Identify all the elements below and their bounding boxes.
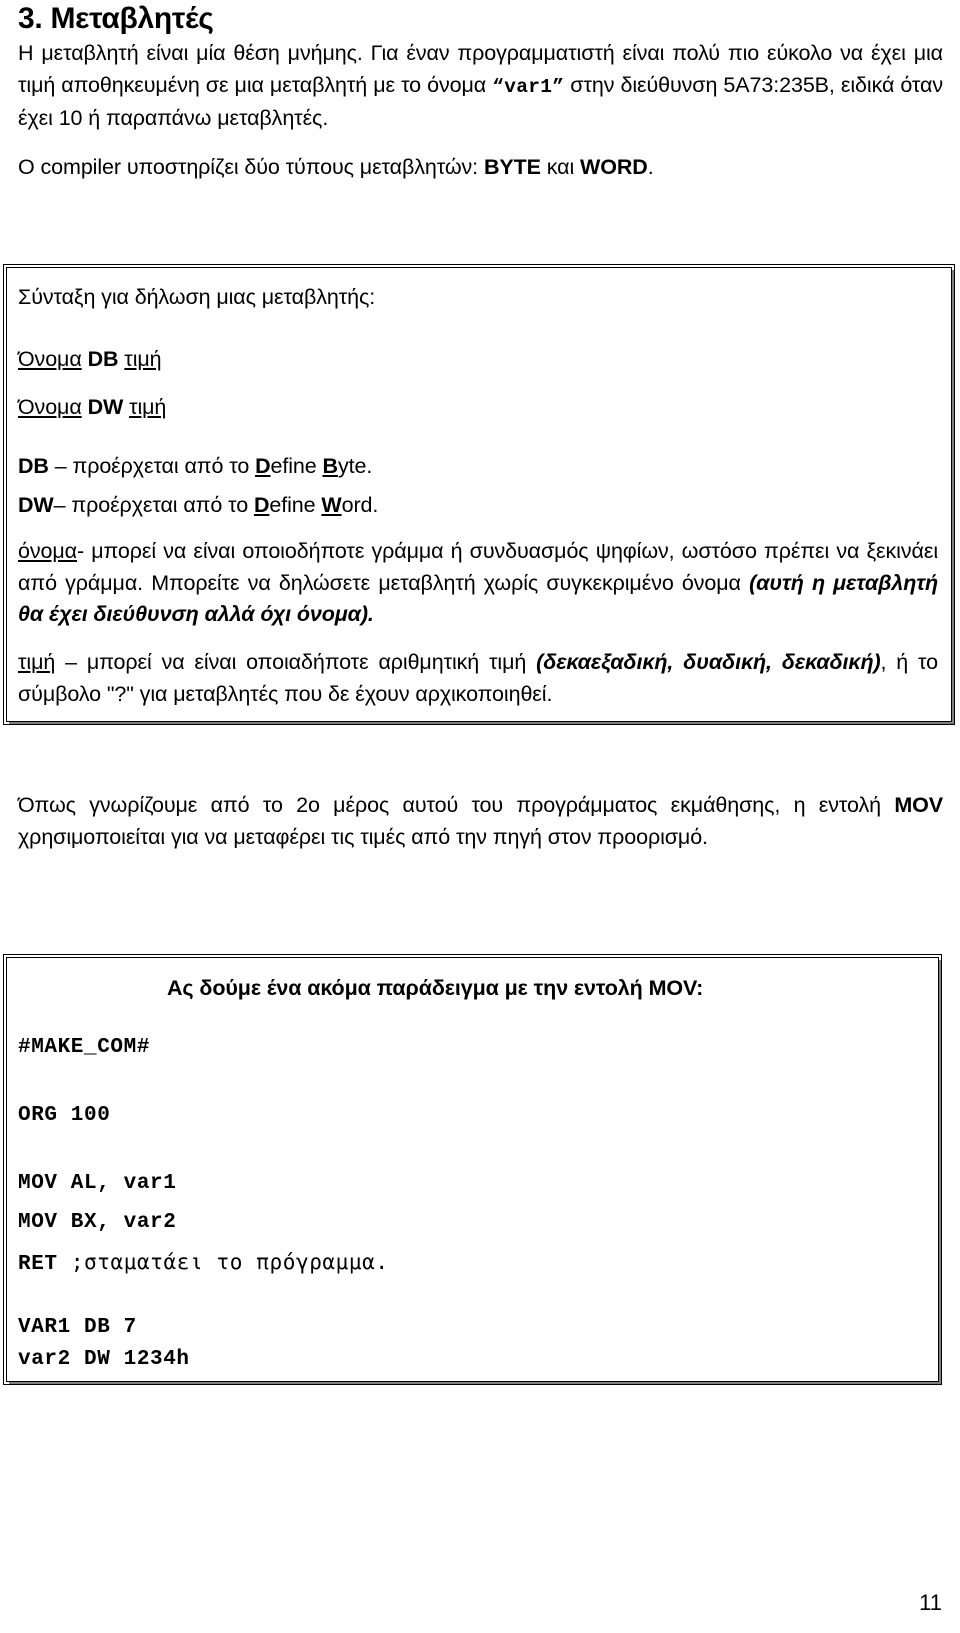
db-keyword: DB bbox=[18, 454, 49, 478]
onoma-definition-paragraph: όνομα- μπορεί να είναι οποιοδήποτε γράμμ… bbox=[18, 536, 938, 631]
mov-explanation-paragraph: Όπως γνωρίζουμε από το 2ο μέρος αυτού το… bbox=[18, 790, 943, 853]
variable-name-var1: “var1” bbox=[492, 75, 565, 98]
code-line-org: ORG 100 bbox=[18, 1104, 111, 1127]
syntax-definition-box: Σύνταξη για δήλωση μιας μεταβλητής: Όνομ… bbox=[3, 264, 955, 725]
compiler-types-line: Ο compiler υποστηρίζει δύο τύπους μεταβλ… bbox=[18, 152, 943, 184]
page-number: 11 bbox=[919, 1590, 942, 1615]
document-page: 3. Μεταβλητές Η μεταβλητή είναι μία θέση… bbox=[0, 0, 960, 1633]
dw-definition-text: – προέρχεται από το bbox=[53, 493, 254, 517]
mov-keyword: MOV bbox=[894, 793, 943, 817]
db-define-d: D bbox=[255, 454, 271, 478]
db-define-rest: efine bbox=[270, 454, 323, 478]
type-byte: BYTE bbox=[483, 155, 541, 179]
code-line-mov-al: MOV AL, var1 bbox=[18, 1172, 177, 1195]
syntax-dw-value: τιμή bbox=[129, 395, 167, 419]
syntax-db-name: Όνομα bbox=[18, 347, 82, 371]
code-line-ret: RET ;σταματάει το πρόγραμμα. bbox=[18, 1249, 389, 1278]
mov-text-part1: Όπως γνωρίζουμε από το 2ο μέρος αυτού το… bbox=[18, 793, 895, 817]
db-byte-rest: yte. bbox=[337, 454, 373, 478]
syntax-db-keyword: DB bbox=[87, 347, 119, 371]
timi-note-italic: (δεκαεξαδική, δυαδική, δεκαδική) bbox=[536, 650, 881, 674]
db-definition-text: – προέρχεται από το bbox=[48, 454, 256, 478]
syntax-dw-name: Όνομα bbox=[18, 395, 82, 419]
code-ret-comment: ;σταματάει το πρόγραμμα. bbox=[70, 1250, 389, 1274]
code-example-title: Ας δούμε ένα ακόμα παράδειγμα με την εντ… bbox=[167, 976, 704, 1000]
dw-word-rest: ord. bbox=[341, 493, 379, 517]
dw-definition-line: DW– προέρχεται από το Define Word. bbox=[18, 490, 378, 522]
mov-text-part2: χρησιμοποιείται για να μεταφέρει τις τιμ… bbox=[18, 824, 708, 849]
intro-paragraph: Η μεταβλητή είναι μία θέση μνήμης. Για έ… bbox=[18, 38, 943, 135]
compiler-line-suffix: . bbox=[647, 155, 654, 179]
syntax-intro-line: Σύνταξη για δήλωση μιας μεταβλητής: bbox=[18, 285, 376, 309]
type-word: WORD bbox=[580, 155, 648, 179]
code-line-var2-dw: var2 DW 1234h bbox=[18, 1348, 190, 1371]
syntax-db-line: Όνομα DB τιμή bbox=[18, 344, 162, 376]
dw-define-rest: efine bbox=[269, 493, 322, 517]
timi-term: τιμή bbox=[18, 650, 56, 674]
code-example-box: Ας δούμε ένα ακόμα παράδειγμα με την εντ… bbox=[3, 954, 942, 1385]
timi-description-1: – μπορεί να είναι οποιαδήποτε αριθμητική… bbox=[55, 650, 537, 674]
code-line-mov-bx: MOV BX, var2 bbox=[18, 1211, 177, 1234]
compiler-line-conjunction: και bbox=[540, 155, 581, 179]
syntax-dw-line: Όνομα DW τιμή bbox=[18, 392, 166, 424]
compiler-line-prefix: Ο compiler υποστηρίζει δύο τύπους μεταβλ… bbox=[18, 155, 484, 179]
code-line-make-com: #MAKE_COM# bbox=[18, 1036, 151, 1059]
code-ret-mnemonic: RET bbox=[18, 1253, 71, 1276]
dw-define-d: D bbox=[253, 493, 270, 517]
page-title: 3. Μεταβλητές bbox=[18, 2, 214, 35]
onoma-term: όνομα bbox=[18, 539, 77, 563]
dw-keyword: DW bbox=[18, 493, 54, 517]
db-byte-b: B bbox=[322, 454, 339, 478]
timi-definition-paragraph: τιμή – μπορεί να είναι οποιαδήποτε αριθμ… bbox=[18, 647, 938, 710]
db-definition-line: DB – προέρχεται από το Define Byte. bbox=[18, 451, 372, 483]
syntax-dw-keyword: DW bbox=[87, 395, 124, 419]
code-line-var1-db: VAR1 DB 7 bbox=[18, 1316, 137, 1339]
dw-word-w: W bbox=[321, 493, 342, 517]
syntax-db-value: τιμή bbox=[124, 347, 162, 371]
